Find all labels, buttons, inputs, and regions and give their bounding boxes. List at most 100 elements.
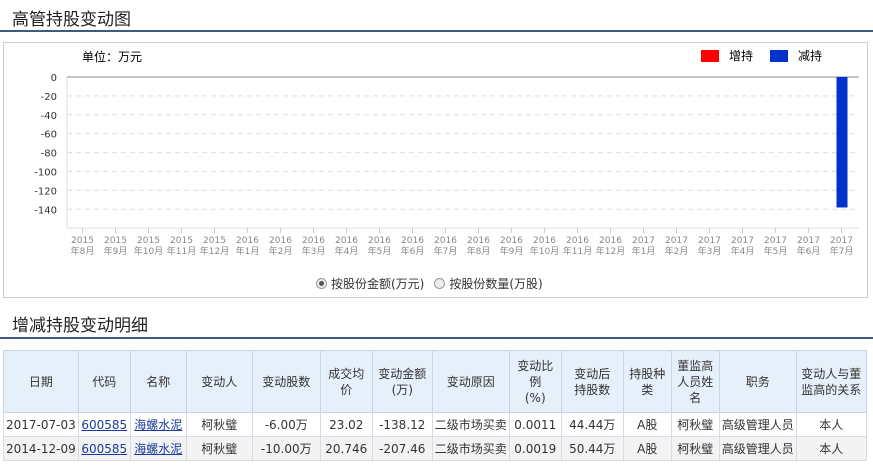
- x-tick-label-year: 2016: [236, 236, 259, 246]
- column-header: 变动人: [185, 350, 253, 413]
- header-text: 类: [641, 382, 654, 397]
- x-tick-label-year: 2016: [401, 236, 424, 246]
- x-tick-label-month: 年9月: [104, 245, 128, 257]
- x-tick-label-year: 2015: [137, 236, 160, 246]
- x-tick-label-month: 年11月: [563, 245, 592, 257]
- column-header: 成交均价: [319, 350, 373, 413]
- column-header: 名称: [129, 350, 187, 413]
- x-tick-label-year: 2017: [698, 236, 721, 246]
- table-cell: 44.44万: [560, 412, 624, 437]
- x-tick-label-month: 年10月: [134, 245, 163, 257]
- legend-swatch-decrease: [770, 50, 788, 62]
- header-text: 董监高: [677, 358, 714, 373]
- legend-label: 减持: [798, 48, 822, 63]
- table-cell: 海螺水泥: [129, 436, 187, 461]
- radio-label: 按股份数量(万股): [449, 277, 543, 291]
- x-tick-label-year: 2015: [71, 236, 94, 246]
- x-tick-label-month: 年2月: [269, 245, 293, 257]
- legend-swatch-increase: [701, 50, 719, 62]
- column-header: 代码: [77, 350, 131, 413]
- radio-button[interactable]: [434, 278, 446, 289]
- header-text: 名称: [146, 374, 171, 389]
- column-header: 变动比例 (%): [508, 350, 562, 413]
- stock-name-link[interactable]: 海螺水泥: [134, 418, 182, 432]
- column-header: 日期: [3, 350, 79, 413]
- header-text: 职务: [745, 374, 770, 389]
- y-tick-label: -120: [34, 186, 57, 197]
- y-tick-label: -80: [41, 149, 57, 160]
- divider: [0, 337, 873, 339]
- table-row: 2017-07-03 600585 海螺水泥 柯秋璧 -6.00万 23.02 -138.1…: [3, 412, 867, 437]
- x-tick-label-year: 2016: [500, 236, 523, 246]
- table-cell: -10.00万: [251, 436, 321, 461]
- x-tick-label-month: 年8月: [71, 245, 95, 257]
- legend-label: 增持: [729, 48, 753, 63]
- header-text: 监高的关系: [801, 382, 862, 397]
- stock-name-link[interactable]: 海螺水泥: [134, 442, 182, 456]
- header-text: (%): [524, 390, 546, 405]
- x-tick-label-year: 2016: [599, 236, 622, 246]
- table-cell: 柯秋璧: [185, 436, 253, 461]
- header-text: 人员姓: [677, 374, 714, 389]
- y-tick-label: -100: [34, 167, 57, 178]
- x-tick-label-month: 年5月: [764, 245, 788, 257]
- table-cell: 0.0011: [508, 412, 562, 437]
- x-tick-label-month: 年12月: [200, 245, 229, 257]
- y-tick-label: -60: [41, 130, 57, 141]
- chart-container: 单位：万元 增持 减持 0 -20 -40 -60 -80 -100 -120 -140 2015 年8…: [3, 42, 868, 298]
- holding-change-chart: 单位：万元 增持 减持0-20-40-60-80-100-120-1402015年8…: [34, 48, 859, 257]
- header-text: (万): [391, 382, 413, 397]
- table-cell: -138.12: [371, 412, 433, 437]
- x-tick-label-year: 2016: [368, 236, 391, 246]
- column-header: 职务: [718, 350, 797, 413]
- table-cell: 高级管理人员: [718, 436, 797, 461]
- table-cell: 二级市场买卖: [431, 436, 510, 461]
- detail-section-title: 增减持股变动明细: [12, 316, 148, 336]
- table-cell: 本人: [795, 436, 867, 461]
- x-tick-label-year: 2016: [566, 236, 589, 246]
- table-cell: -6.00万: [251, 412, 321, 437]
- chart-mode-radios: 按股份金额(万元) 按股份数量(万股): [316, 275, 543, 292]
- table-cell: A股: [622, 436, 672, 461]
- x-tick-label-year: 2015: [170, 236, 193, 246]
- y-tick-label: 0: [51, 73, 57, 84]
- x-tick-label-year: 2017: [797, 236, 820, 246]
- y-tick-label: -40: [41, 111, 57, 122]
- x-tick-label-month: 年3月: [302, 245, 326, 257]
- x-tick-label-month: 年6月: [401, 245, 425, 257]
- table-cell: 柯秋璧: [670, 412, 720, 437]
- x-tick-label-year: 2016: [434, 236, 457, 246]
- radio-button[interactable]: [316, 278, 327, 289]
- table-cell: 二级市场买卖: [431, 412, 510, 437]
- x-tick-label-year: 2016: [467, 236, 490, 246]
- radio-by-amount[interactable]: 按股份金额(万元): [316, 275, 424, 292]
- table-cell: 柯秋璧: [185, 412, 253, 437]
- stock-code-link[interactable]: 600585: [81, 418, 127, 432]
- radio-by-quantity[interactable]: 按股份数量(万股): [434, 275, 543, 292]
- table-cell: A股: [622, 412, 672, 437]
- bar[interactable]: [836, 77, 848, 208]
- table-cell: 本人: [795, 412, 867, 437]
- column-header: 变动原因: [431, 350, 510, 413]
- header-text: 成交均价: [328, 366, 365, 397]
- y-tick-label: -140: [34, 205, 57, 216]
- stock-code-link[interactable]: 600585: [81, 442, 127, 456]
- x-tick-label-month: 年5月: [368, 245, 392, 257]
- header-text: 变动金额: [378, 366, 427, 381]
- header-text: 名: [689, 390, 702, 405]
- table-cell: 柯秋璧: [670, 436, 720, 461]
- x-tick-label-year: 2016: [335, 236, 358, 246]
- table-cell: 海螺水泥: [129, 412, 187, 437]
- unit-label: 单位：万元: [82, 49, 142, 64]
- x-tick-label-year: 2017: [764, 236, 787, 246]
- column-header: 变动人与董 监高的关系: [795, 350, 867, 413]
- holding-change-table: 日期 代码 名称 变动人 变动股数 成交均价 变动金额 (万) 变动原因 变动比例 (%) 变动后 持股…: [3, 350, 867, 461]
- header-text: 变动人: [201, 374, 238, 389]
- x-tick-label-year: 2016: [533, 236, 556, 246]
- column-header: 持股种类: [622, 350, 672, 413]
- x-tick-label-month: 年8月: [467, 245, 491, 257]
- header-text: 变动人与董: [801, 366, 862, 381]
- x-tick-label-month: 年7月: [434, 245, 458, 257]
- radio-label: 按股份金额(万元): [331, 277, 425, 291]
- table-row: 2014-12-09 600585 海螺水泥 柯秋璧 -10.00万 20.746 -207…: [3, 436, 867, 461]
